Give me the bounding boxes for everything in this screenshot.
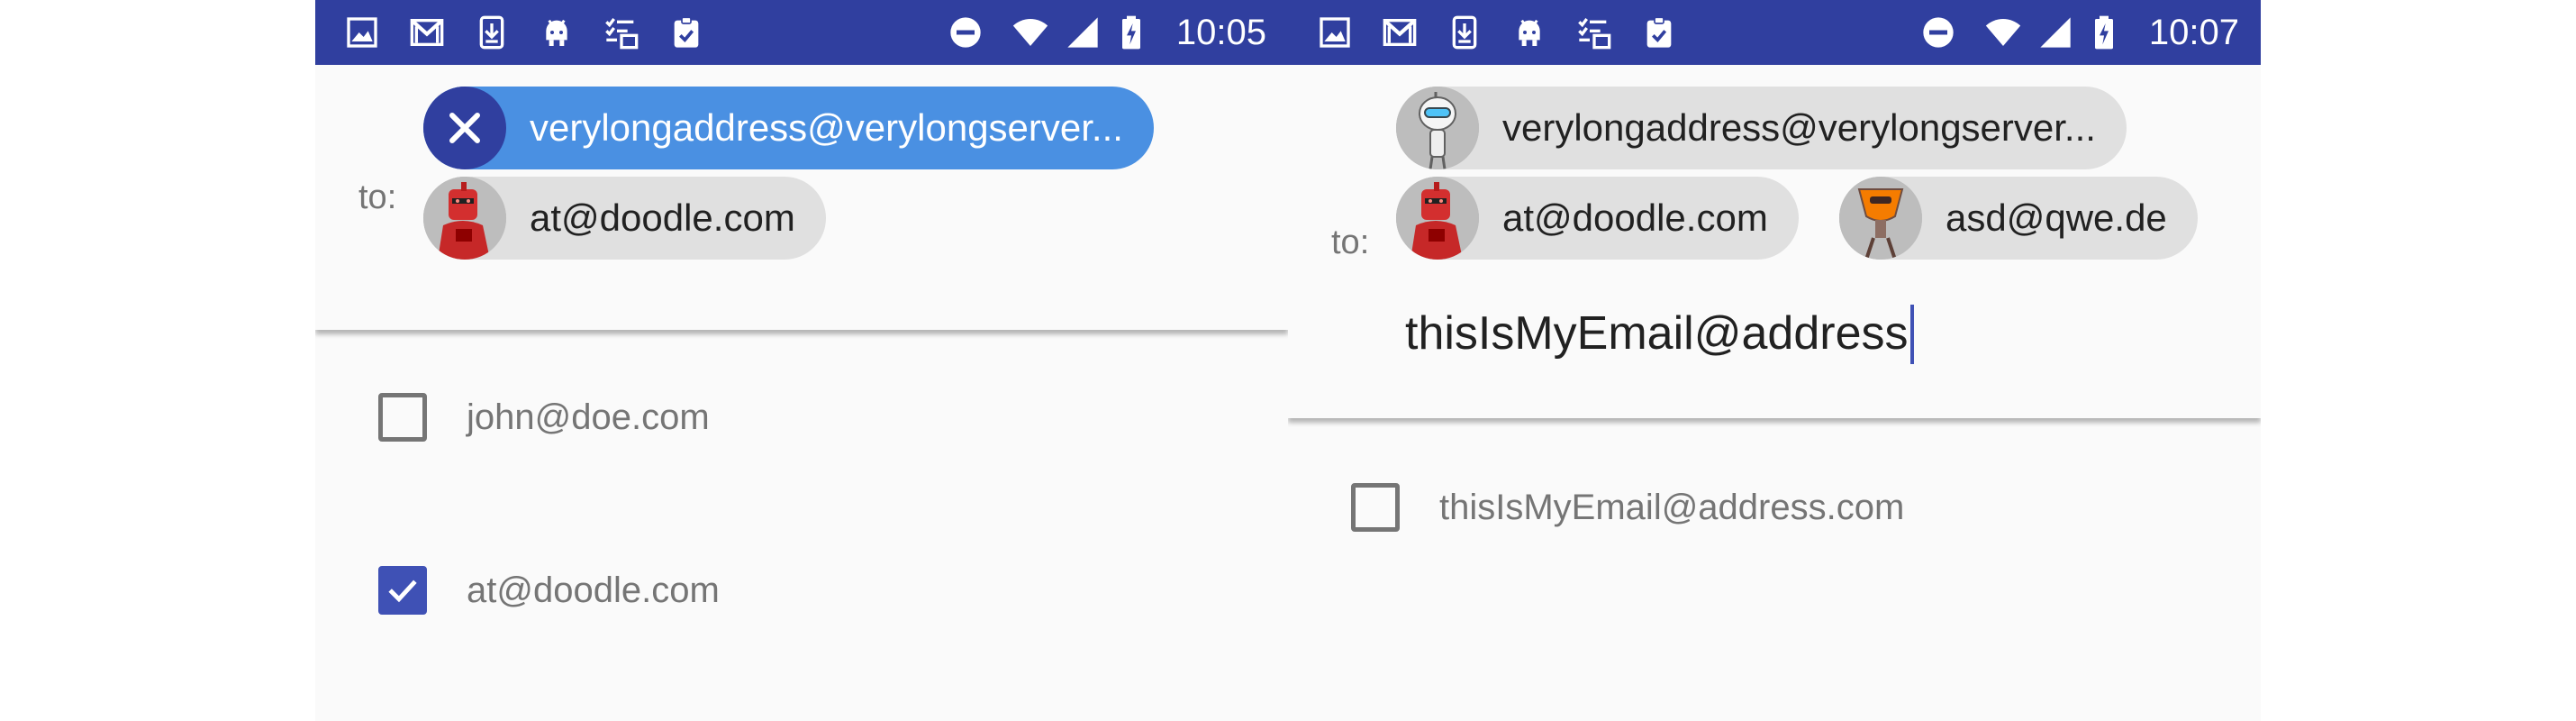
wifi-icon (1012, 14, 1048, 50)
to-label: to: (1331, 224, 1370, 261)
suggestion-label: at@doodle.com (467, 570, 720, 610)
wifi-icon (1985, 14, 2021, 50)
to-label: to: (358, 178, 397, 216)
gmail-icon (1382, 14, 1418, 50)
avatar (423, 177, 506, 260)
chip-label: at@doodle.com (1502, 196, 1768, 239)
suggestion-item[interactable]: at@doodle.com (315, 541, 1288, 640)
checkbox-unchecked[interactable] (1351, 483, 1400, 532)
battery-charging-icon (2086, 14, 2122, 50)
checklist-icon (1576, 14, 1612, 50)
remove-chip-button[interactable] (423, 87, 506, 169)
red-robot-avatar-icon (423, 177, 506, 260)
clipboard-check-icon (668, 14, 704, 50)
do-not-disturb-icon (948, 14, 984, 50)
status-time: 10:07 (2148, 13, 2239, 52)
avatar (1839, 177, 1922, 260)
status-time: 10:05 (1175, 13, 1266, 52)
cell-signal-icon (1065, 14, 1101, 50)
recipient-input-text: thisIsMyEmail@address (1405, 307, 1909, 360)
check-icon (383, 570, 422, 610)
download-icon (1447, 14, 1483, 50)
close-icon (423, 87, 506, 169)
recipient-header: to: verylongaddress@verylongserver... at… (1288, 65, 2261, 418)
image-icon (1317, 14, 1353, 50)
status-bar: 10:05 (315, 0, 1288, 65)
do-not-disturb-icon (1920, 14, 1956, 50)
suggestion-item[interactable]: john@doe.com (315, 368, 1288, 467)
battery-charging-icon (1113, 14, 1149, 50)
avatar (1396, 87, 1479, 169)
android-icon (1511, 14, 1547, 50)
checklist-icon (603, 14, 639, 50)
white-robot-avatar-icon (1396, 87, 1479, 169)
recipient-chip[interactable]: verylongaddress@verylongserver... (1396, 87, 2127, 169)
screen-left: 10:05 to: verylongaddress@verylongserver… (315, 0, 1288, 721)
orange-robot-avatar-icon (1839, 177, 1922, 260)
text-cursor (1909, 305, 1914, 364)
recipient-chip[interactable]: at@doodle.com (423, 177, 826, 260)
chip-label: verylongaddress@verylongserver... (530, 106, 1123, 149)
suggestion-item[interactable]: thisIsMyEmail@address.com (1288, 458, 2261, 557)
chip-label: asd@qwe.de (1946, 196, 2167, 239)
recipient-header: to: verylongaddress@verylongserver... at… (315, 65, 1288, 330)
status-bar: 10:07 (1288, 0, 2261, 65)
screen-right: 10:07 to: verylongaddress@verylongserver… (1288, 0, 2261, 721)
recipient-chip[interactable]: asd@qwe.de (1839, 177, 2198, 260)
chip-label: verylongaddress@verylongserver... (1502, 106, 2096, 149)
suggestion-label: john@doe.com (467, 397, 710, 437)
cell-signal-icon (2037, 14, 2073, 50)
red-robot-avatar-icon (1396, 177, 1479, 260)
chip-label: at@doodle.com (530, 196, 795, 239)
clipboard-check-icon (1641, 14, 1677, 50)
gmail-icon (409, 14, 445, 50)
suggestion-label: thisIsMyEmail@address.com (1439, 488, 1905, 527)
checkbox-unchecked[interactable] (378, 393, 427, 442)
avatar (1396, 177, 1479, 260)
checkbox-checked[interactable] (378, 566, 427, 615)
download-icon (474, 14, 510, 50)
recipient-input[interactable]: thisIsMyEmail@address (1405, 305, 1914, 364)
recipient-chip-selected[interactable]: verylongaddress@verylongserver... (423, 87, 1154, 169)
image-icon (344, 14, 380, 50)
android-icon (539, 14, 575, 50)
recipient-chip[interactable]: at@doodle.com (1396, 177, 1799, 260)
